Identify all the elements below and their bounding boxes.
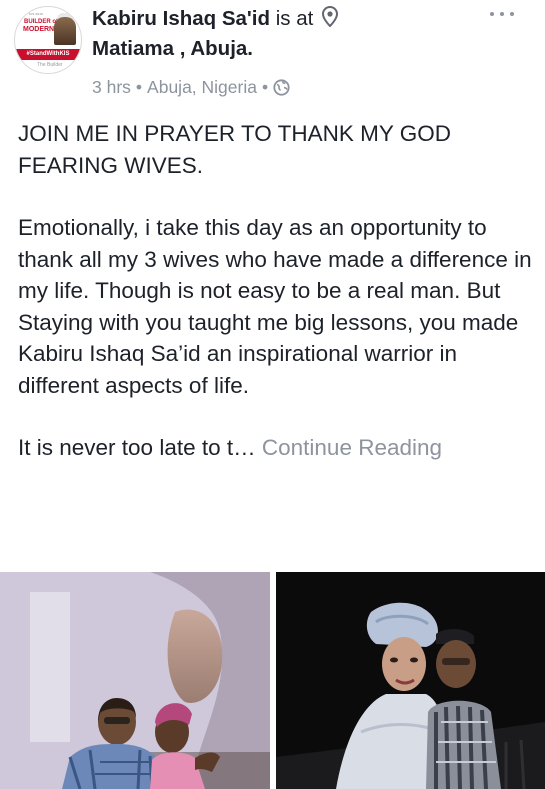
post-text: JOIN ME IN PRAYER TO THANK MY GOD FEARIN… — [18, 118, 533, 464]
continue-reading-link[interactable]: Continue Reading — [262, 435, 442, 460]
avatar-band: #StandWithKIS — [15, 49, 81, 60]
avatar-tail: The Builder — [37, 62, 63, 68]
avatar[interactable]: KIS 2019 BUILDER of MODERN #StandWithKIS… — [14, 6, 82, 74]
post-heading: JOIN ME IN PRAYER TO THANK MY GOD FEARIN… — [18, 121, 451, 178]
post-place[interactable]: Abuja, Nigeria — [147, 77, 257, 97]
avatar-line1: BUILDER of — [24, 19, 58, 25]
post-meta: 3 hrs • Abuja, Nigeria • — [92, 76, 290, 101]
meta-separator: • — [261, 77, 269, 97]
more-options-icon[interactable] — [488, 10, 518, 22]
avatar-line2: MODERN — [23, 26, 55, 33]
avatar-portrait — [54, 17, 76, 45]
is-at-text: is at — [275, 7, 314, 30]
meta-separator: • — [135, 77, 143, 97]
post-header: KIS 2019 BUILDER of MODERN #StandWithKIS… — [0, 0, 545, 110]
photo-right[interactable] — [276, 572, 545, 789]
location-link[interactable]: Matiama , Abuja. — [92, 34, 253, 64]
location-pin-icon — [322, 5, 339, 36]
author-name[interactable]: Kabiru Ishaq Sa'id — [92, 7, 270, 30]
globe-icon — [273, 79, 290, 101]
avatar-tag: KIS 2019 — [29, 12, 43, 16]
post-time[interactable]: 3 hrs — [92, 77, 131, 97]
author-line: Kabiru Ishaq Sa'id is at — [92, 4, 339, 36]
photo-grid — [0, 572, 545, 789]
post-paragraph: Emotionally, i take this day as an oppor… — [18, 215, 532, 398]
post-truncated-line: It is never too late to t… Continue Read… — [18, 432, 533, 464]
truncated-text: It is never too late to t… — [18, 435, 256, 460]
photo-left[interactable] — [0, 572, 270, 789]
